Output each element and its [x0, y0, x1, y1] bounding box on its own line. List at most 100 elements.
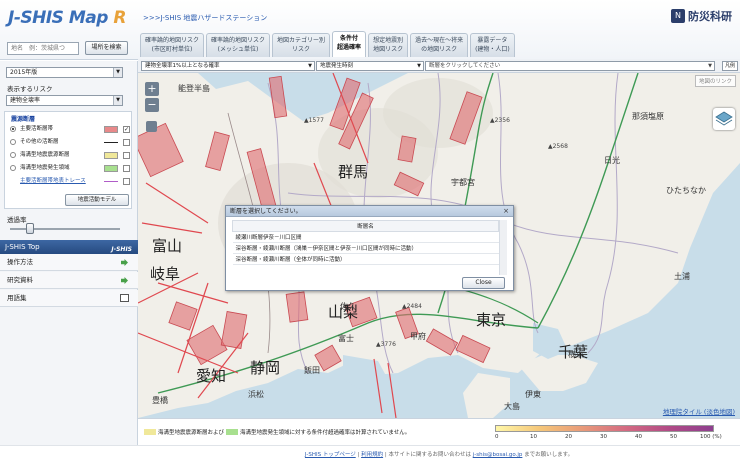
map-toolbar: 建物全壊率1%以上となる確率 ▼ 地震発生時刻 ▼ 断層をクリックしてください ▼ 凡… — [138, 59, 740, 73]
period-select[interactable]: 地震発生時刻 ▼ — [316, 61, 424, 71]
fault-model-button[interactable]: 地震活動モデル — [65, 194, 129, 206]
jshis-map-r-logo[interactable]: J-SHIS Map R — [8, 8, 126, 28]
legend-row[interactable]: 海溝型地震発生領域 — [10, 163, 130, 173]
legend-swatch — [104, 164, 118, 172]
close-icon[interactable]: × — [502, 207, 510, 215]
place-label: 愛知 — [196, 367, 227, 385]
place-label: 富山 — [152, 237, 183, 255]
legend-row[interactable]: 主要活断層帯地表トレース — [10, 176, 130, 186]
current-location-icon[interactable] — [146, 121, 157, 132]
legend-checkbox[interactable] — [123, 138, 130, 146]
tab-line1: 条件付 — [340, 35, 359, 42]
sidebar-menu-item[interactable]: 研究資料 — [0, 272, 138, 289]
legend-label: その他の活断層 — [20, 139, 59, 145]
year-select[interactable]: 2015年版 ▼ — [6, 67, 123, 78]
fault-row[interactable]: 深谷断層・綾瀬川断層（鴻巣－伊奈区間と伊奈－川口区間が同時に活動） — [232, 242, 499, 254]
chevron-down-icon: ▼ — [113, 96, 122, 105]
fault-name: 深谷断層・綾瀬川断層（鴻巣－伊奈区間と伊奈－川口区間が同時に活動） — [232, 242, 499, 254]
place-label: 浜松 — [248, 390, 264, 399]
tab-3[interactable]: 地図カテゴリー別 リスク — [272, 33, 331, 57]
nied-logo-icon: N — [671, 9, 685, 23]
sidebar-menu-item[interactable]: 操作方法 — [0, 254, 138, 271]
tab-line2: リスク — [292, 46, 311, 53]
dialog-title: 断層を選択してください。 — [226, 206, 513, 217]
search-button[interactable]: 場所を検索 — [85, 41, 128, 55]
tab-1[interactable]: 確率論的地図リスク (市区町村単位) — [140, 33, 205, 57]
zoom-in-button[interactable]: + — [145, 82, 159, 96]
tab-line2: の地図リスク — [421, 46, 458, 53]
tab-5[interactable]: 想定地震別 地図リスク — [368, 33, 409, 57]
scale-tick-label: 10 — [530, 434, 537, 440]
map-link-button[interactable]: 地図のリンク — [694, 75, 736, 87]
nied-brand[interactable]: N 防災科研 — [671, 8, 732, 24]
tab-7[interactable]: 暴露データ (建物・人口) — [470, 33, 515, 57]
legend-row[interactable]: 主要活断層帯 ✓ — [10, 124, 130, 134]
place-label: 日光 — [604, 156, 620, 165]
legend-label: 海溝型地震発生領域 — [20, 165, 70, 171]
place-label: 大島 — [504, 402, 520, 411]
legend-radio[interactable] — [10, 126, 16, 132]
footer-email-link[interactable]: j-shis@bosai.go.jp — [473, 452, 523, 458]
legend-row[interactable]: 海溝型地震震源断層 — [10, 150, 130, 160]
menu-label: 研究資料 — [7, 276, 33, 284]
sidebar-menu-item[interactable]: 用語集 — [0, 290, 138, 307]
go-arrow-icon — [121, 259, 128, 266]
place-label: 静岡 — [250, 359, 281, 377]
legend-radio[interactable] — [10, 152, 16, 158]
fault-table: 断層名 綾瀬川断層伊奈－川口区間 深谷断層・綾瀬川断層（鴻巣－伊奈区間と伊奈－川口… — [232, 220, 499, 265]
place-label: 横浜 — [568, 350, 584, 359]
legend-radio[interactable] — [10, 139, 16, 145]
breadcrumb-link[interactable]: >>>J-SHIS 地震ハザードステーション — [143, 13, 267, 23]
footer-terms-link[interactable]: 利用規約 — [361, 452, 383, 458]
place-label: 豊橋 — [152, 396, 168, 405]
tab-line1: 地図カテゴリー別 — [277, 37, 326, 44]
trench-fault-swatch — [144, 429, 156, 435]
place-label: ▲2568 — [548, 143, 568, 150]
legend-label: 海溝型地震震源断層 — [20, 152, 70, 158]
legend-swatch — [104, 125, 118, 133]
legend-label[interactable]: 主要活断層帯地表トレース — [20, 176, 104, 186]
probability-legend-bar: 海溝型地震震源断層および 海溝型地震発生領域に対する条件付超過確率は計算されてい… — [138, 418, 740, 445]
dialog-scrollbar[interactable] — [499, 220, 507, 275]
legend-checkbox[interactable] — [123, 164, 130, 172]
layers-button[interactable] — [713, 108, 735, 130]
opacity-slider-handle[interactable] — [25, 223, 34, 234]
trench-region-swatch — [226, 429, 239, 435]
tile-attribution-link[interactable]: 地理院タイル (淡色地図) — [663, 406, 735, 416]
tab-6[interactable]: 過去〜現在〜将来 の地図リスク — [410, 33, 469, 57]
fault-row[interactable]: 綾瀬川断層伊奈－川口区間 — [232, 231, 499, 243]
layers-icon — [715, 111, 733, 126]
fault-select-dialog: 断層を選択してください。 × 断層名 綾瀬川断層伊奈－川口区間 深谷断層・綾瀬川断… — [225, 205, 514, 291]
chevron-down-icon: ▼ — [708, 63, 712, 69]
fault-row[interactable]: 深谷断層・綾瀬川断層（全体が同時に活動） — [232, 253, 499, 265]
tab-line1: 暴露データ — [477, 37, 508, 44]
tab-line2: (市区町村単位) — [151, 46, 193, 53]
zoom-out-button[interactable]: − — [145, 98, 159, 112]
jshis-top-link[interactable]: J-SHIS Top J-SHIS — [0, 240, 138, 254]
place-label: 岐阜 — [150, 265, 181, 283]
fault-select[interactable]: 断層をクリックしてください ▼ — [425, 61, 715, 71]
legend-checkbox[interactable] — [123, 177, 130, 185]
place-label: ひたちなか — [666, 186, 706, 195]
probability-select[interactable]: 建物全壊率1%以上となる確率 ▼ — [141, 61, 315, 71]
fault-select-value: 断層をクリックしてください — [429, 63, 501, 69]
tab-line1: 過去〜現在〜将来 — [415, 37, 464, 44]
legend-row[interactable]: その他の活断層 — [10, 137, 130, 147]
legend-checkbox[interactable]: ✓ — [123, 125, 130, 133]
tab-line1: 確率論的地図リスク — [211, 37, 266, 44]
legend-checkbox[interactable] — [123, 151, 130, 159]
legend-radio[interactable] — [10, 165, 16, 171]
fault-name: 綾瀬川断層伊奈－川口区間 — [232, 231, 499, 243]
tab-4[interactable]: 条件付 超過確率 — [332, 31, 367, 57]
legend-swatch — [104, 180, 118, 182]
place-label: 甲府 — [410, 332, 426, 341]
fault-name: 深谷断層・綾瀬川断層（全体が同時に活動） — [232, 253, 499, 265]
tab-2[interactable]: 確率論的地図リスク (メッシュ単位) — [206, 33, 271, 57]
legend-button[interactable]: 凡例 — [722, 61, 738, 71]
close-button[interactable]: Close — [462, 277, 505, 289]
footer-top-link[interactable]: J-SHIS トップページ — [305, 452, 356, 458]
risk-select[interactable]: 建物全壊率 ▼ — [6, 95, 123, 106]
place-search-input[interactable] — [7, 42, 79, 55]
probability-select-value: 建物全壊率1%以上となる確率 — [145, 63, 220, 69]
place-label: 飯田 — [304, 366, 320, 375]
